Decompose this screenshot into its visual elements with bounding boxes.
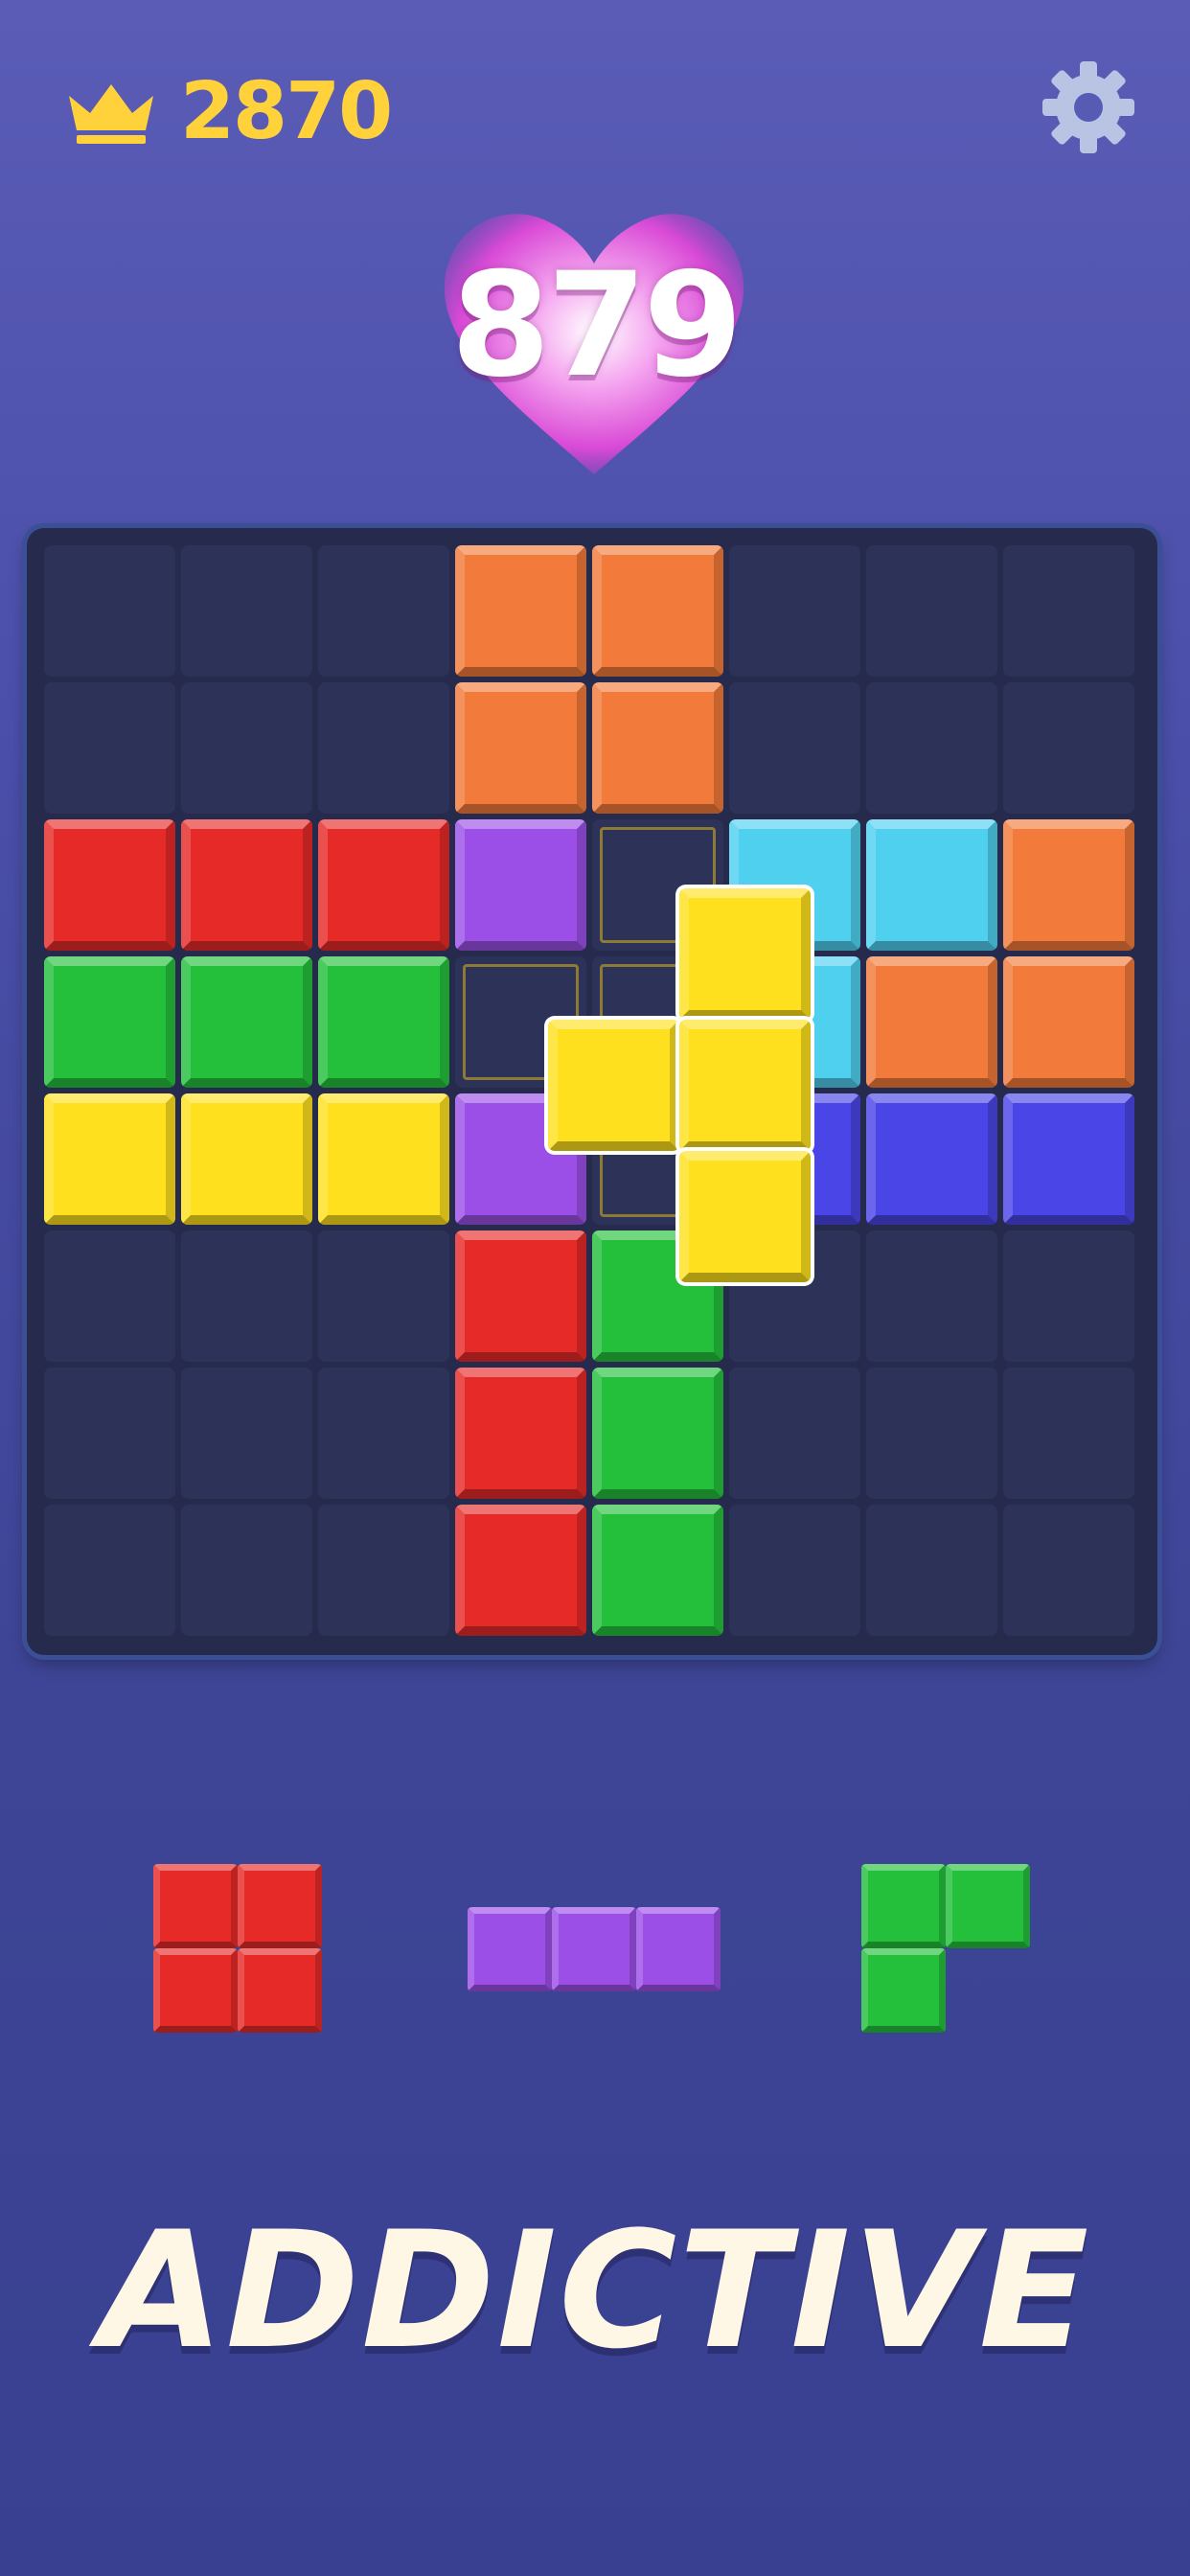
board-block-purple: [455, 819, 586, 951]
gear-icon[interactable]: [1041, 59, 1136, 155]
board-block-cyan: [866, 819, 997, 951]
game-board[interactable]: [27, 528, 1157, 1655]
board-cell-empty[interactable]: [729, 1505, 860, 1636]
red-square-piece-block: [238, 1864, 322, 1948]
board-block-orange: [1003, 956, 1134, 1088]
purple-line-piece-block: [636, 1907, 721, 1991]
board-cell-empty[interactable]: [866, 545, 997, 677]
red-square-piece-block: [153, 1864, 238, 1948]
dragging-piece-block[interactable]: [679, 888, 811, 1020]
green-corner-piece-block: [946, 1864, 1030, 1948]
dragging-piece-block[interactable]: [548, 1020, 679, 1151]
board-cell-empty[interactable]: [44, 545, 175, 677]
board-block-yellow: [181, 1093, 312, 1225]
board-block-blue: [866, 1093, 997, 1225]
dragging-piece-block[interactable]: [679, 1020, 811, 1151]
red-square-piece-block: [238, 1948, 322, 2033]
crown-icon: [69, 84, 153, 144]
board-cell-empty[interactable]: [1003, 682, 1134, 814]
board-cell-empty[interactable]: [866, 1230, 997, 1362]
board-block-red: [455, 1505, 586, 1636]
board-block-blue: [1003, 1093, 1134, 1225]
board-block-green: [318, 956, 449, 1088]
board-cell-empty[interactable]: [1003, 1505, 1134, 1636]
purple-line-piece-block: [468, 1907, 552, 1991]
dragging-piece-block[interactable]: [679, 1151, 811, 1282]
board-cell-empty[interactable]: [44, 1368, 175, 1499]
green-corner-piece-block: [861, 1948, 946, 2033]
board-block-red: [318, 819, 449, 951]
best-score: 2870: [180, 66, 393, 157]
board-block-orange: [455, 682, 586, 814]
board-cell-empty[interactable]: [1003, 545, 1134, 677]
board-block-red: [181, 819, 312, 951]
green-corner-piece-block: [861, 1864, 946, 1948]
board-block-green: [592, 1368, 723, 1499]
board-cell-empty[interactable]: [44, 1230, 175, 1362]
board-cell-empty[interactable]: [866, 682, 997, 814]
board-block-yellow: [318, 1093, 449, 1225]
board-cell-empty[interactable]: [318, 1368, 449, 1499]
piece-tray: [0, 1802, 1190, 2089]
board-cell-empty[interactable]: [181, 1230, 312, 1362]
board-block-red: [455, 1230, 586, 1362]
board-cell-empty[interactable]: [318, 682, 449, 814]
board-cell-empty[interactable]: [729, 545, 860, 677]
slogan-text: ADDICTIVE: [99, 2196, 1091, 2384]
board-cell-empty[interactable]: [181, 1368, 312, 1499]
board-cell-empty[interactable]: [318, 1230, 449, 1362]
board-block-orange: [866, 956, 997, 1088]
board-block-orange: [592, 682, 723, 814]
board-block-yellow: [44, 1093, 175, 1225]
board-cell-empty[interactable]: [44, 1505, 175, 1636]
board-cell-empty[interactable]: [181, 545, 312, 677]
board-cell-empty[interactable]: [729, 682, 860, 814]
board-cell-empty[interactable]: [318, 1505, 449, 1636]
board-block-red: [44, 819, 175, 951]
top-bar: 2870: [0, 0, 1190, 220]
red-square-piece-block: [153, 1948, 238, 2033]
board-block-orange: [592, 545, 723, 677]
board-block-red: [455, 1368, 586, 1499]
board-cell-empty[interactable]: [181, 682, 312, 814]
board-cell-empty[interactable]: [318, 545, 449, 677]
board-cell-empty[interactable]: [866, 1368, 997, 1499]
board-cell-empty[interactable]: [729, 1368, 860, 1499]
board-block-green: [44, 956, 175, 1088]
purple-line-piece-block: [552, 1907, 636, 1991]
board-block-green: [592, 1505, 723, 1636]
board-cell-empty[interactable]: [44, 682, 175, 814]
board-cell-empty[interactable]: [1003, 1230, 1134, 1362]
board-cell-empty[interactable]: [181, 1505, 312, 1636]
board-block-green: [181, 956, 312, 1088]
board-block-orange: [455, 545, 586, 677]
board-cell-empty[interactable]: [1003, 1368, 1134, 1499]
current-score: 879: [450, 242, 743, 409]
board-cell-empty[interactable]: [866, 1505, 997, 1636]
board-block-orange: [1003, 819, 1134, 951]
